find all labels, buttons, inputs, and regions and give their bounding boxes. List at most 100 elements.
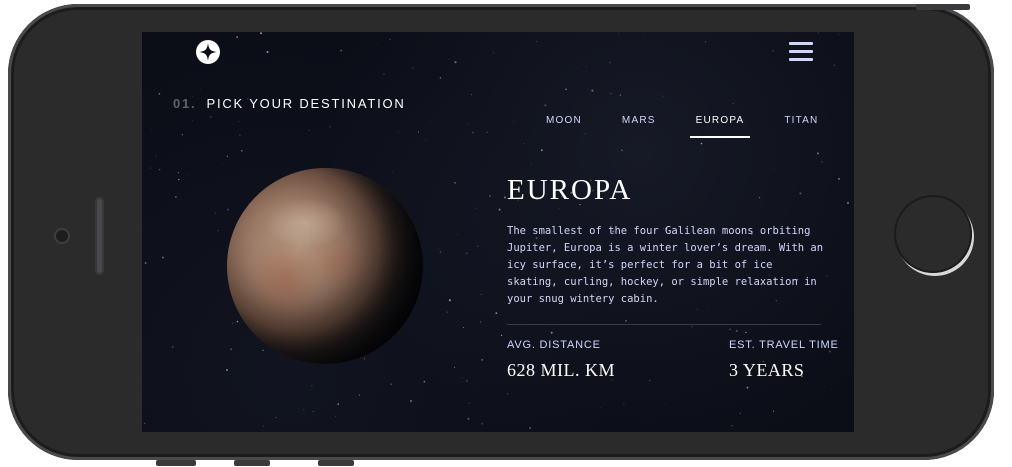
star-dot — [759, 197, 761, 199]
star-dot — [481, 359, 483, 361]
travel-time-label: EST. TRAVEL TIME — [729, 339, 839, 351]
hamburger-menu-icon[interactable] — [789, 42, 813, 63]
star-dot — [308, 129, 310, 132]
tab-mars[interactable]: MARS — [622, 115, 656, 138]
star-dot — [830, 388, 832, 390]
star-dot — [329, 125, 331, 128]
star-dot — [178, 178, 180, 181]
star-dot — [239, 134, 241, 137]
star-dot — [162, 256, 164, 259]
star-dot — [472, 131, 474, 134]
star-dot — [312, 411, 314, 412]
star-dot — [470, 93, 473, 96]
destination-tabs: MOON MARS EUROPA TITAN — [546, 115, 854, 138]
star-dot — [151, 129, 152, 131]
star-dot — [261, 46, 263, 48]
star-dot — [438, 248, 440, 250]
star-dot — [260, 32, 262, 35]
star-dot — [599, 407, 601, 408]
tab-europa[interactable]: EUROPA — [689, 115, 751, 138]
star-dot — [158, 168, 161, 171]
star-dot — [439, 251, 442, 253]
star-dot — [231, 322, 234, 325]
star-logo-icon[interactable] — [196, 40, 220, 64]
star-dot — [649, 380, 651, 382]
star-dot — [818, 334, 819, 335]
star-dot — [475, 207, 477, 209]
star-dot — [412, 67, 414, 69]
star-dot — [544, 104, 547, 107]
earpiece-speaker — [95, 197, 104, 275]
star-dot — [540, 149, 543, 152]
star-dot — [238, 120, 240, 123]
star-dot — [171, 345, 174, 349]
star-dot — [454, 182, 456, 184]
distance-label: AVG. DISTANCE — [507, 339, 601, 351]
star-dot — [620, 149, 623, 152]
home-button[interactable] — [894, 195, 972, 273]
star-dot — [480, 293, 483, 296]
star-dot — [217, 230, 219, 232]
star-dot — [175, 196, 177, 198]
destination-description: The smallest of the four Galilean moons … — [507, 225, 824, 305]
star-dot — [439, 77, 442, 79]
star-dot — [529, 427, 531, 429]
star-dot — [417, 131, 419, 133]
star-dot — [609, 381, 611, 382]
star-dot — [340, 49, 342, 52]
star-dot — [745, 331, 747, 334]
star-dot — [429, 120, 431, 122]
tab-titan[interactable]: TITAN — [784, 115, 818, 138]
star-dot — [550, 331, 553, 334]
star-dot — [454, 61, 457, 64]
star-dot — [713, 196, 714, 198]
star-dot — [181, 134, 184, 136]
star-dot — [226, 208, 230, 211]
star-dot — [350, 81, 351, 82]
star-dot — [467, 417, 470, 420]
page-title: 01. PICK YOUR DESTINATION — [173, 96, 406, 111]
tab-moon[interactable]: MOON — [546, 115, 582, 138]
star-dot — [697, 308, 698, 310]
star-dot — [177, 172, 179, 174]
volume-up-button — [156, 460, 196, 466]
star-dot — [746, 386, 749, 389]
star-dot — [486, 131, 488, 133]
star-dot — [821, 161, 823, 163]
star-dot — [262, 425, 264, 427]
step-number: 01. — [173, 96, 197, 111]
star-dot — [199, 89, 201, 90]
star-dot — [149, 167, 152, 169]
star-dot — [144, 262, 147, 264]
star-dot — [731, 424, 733, 427]
star-dot — [582, 71, 584, 73]
star-dot — [816, 152, 819, 155]
star-dot — [262, 349, 264, 352]
star-dot — [585, 65, 587, 68]
star-dot — [838, 33, 840, 35]
star-dot — [610, 92, 612, 95]
star-dot — [774, 169, 775, 171]
star-dot — [226, 369, 228, 372]
star-dot — [143, 422, 146, 425]
star-dot — [495, 312, 498, 315]
star-dot — [466, 380, 468, 382]
star-dot — [448, 299, 451, 302]
star-dot — [531, 163, 532, 165]
star-dot — [214, 212, 217, 215]
star-dot — [358, 394, 361, 396]
power-button — [916, 4, 970, 10]
front-camera — [54, 228, 70, 244]
star-dot — [663, 95, 665, 97]
star-dot — [410, 400, 412, 402]
star-dot — [835, 102, 837, 104]
star-dot — [335, 415, 337, 417]
star-dot — [236, 36, 239, 38]
star-dot — [558, 208, 560, 209]
star-dot — [142, 226, 143, 228]
star-dot — [481, 422, 484, 425]
star-dot — [624, 319, 628, 322]
star-dot — [591, 89, 594, 92]
star-dot — [424, 139, 427, 142]
star-dot — [398, 131, 399, 133]
